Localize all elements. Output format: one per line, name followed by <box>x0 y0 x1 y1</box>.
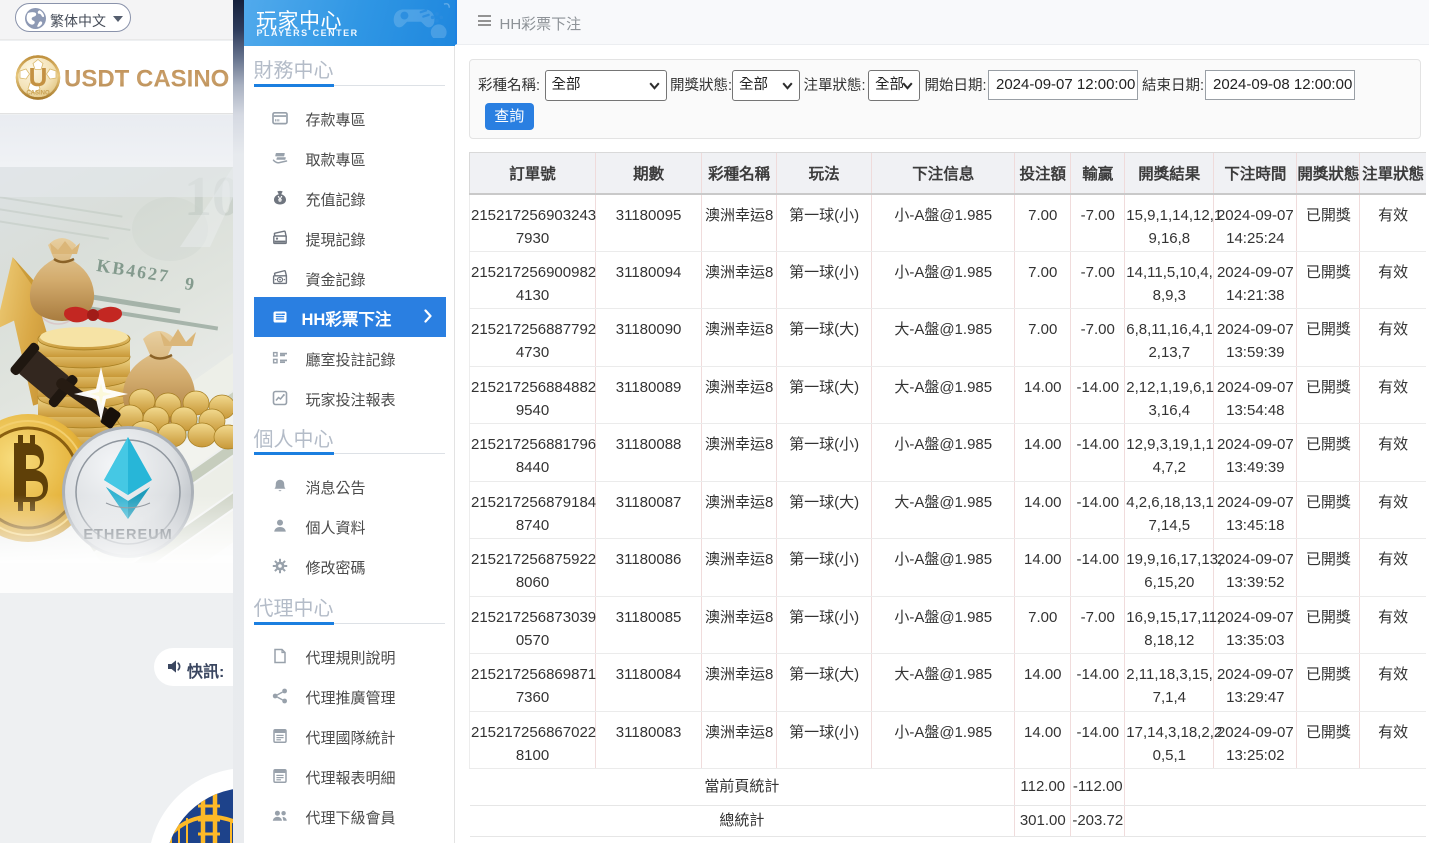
svg-text:U: U <box>29 62 48 92</box>
svg-text:¥: ¥ <box>277 194 282 204</box>
svg-text:USDT CASINO: USDT CASINO <box>64 66 229 93</box>
svg-text:CASINO: CASINO <box>26 91 50 97</box>
